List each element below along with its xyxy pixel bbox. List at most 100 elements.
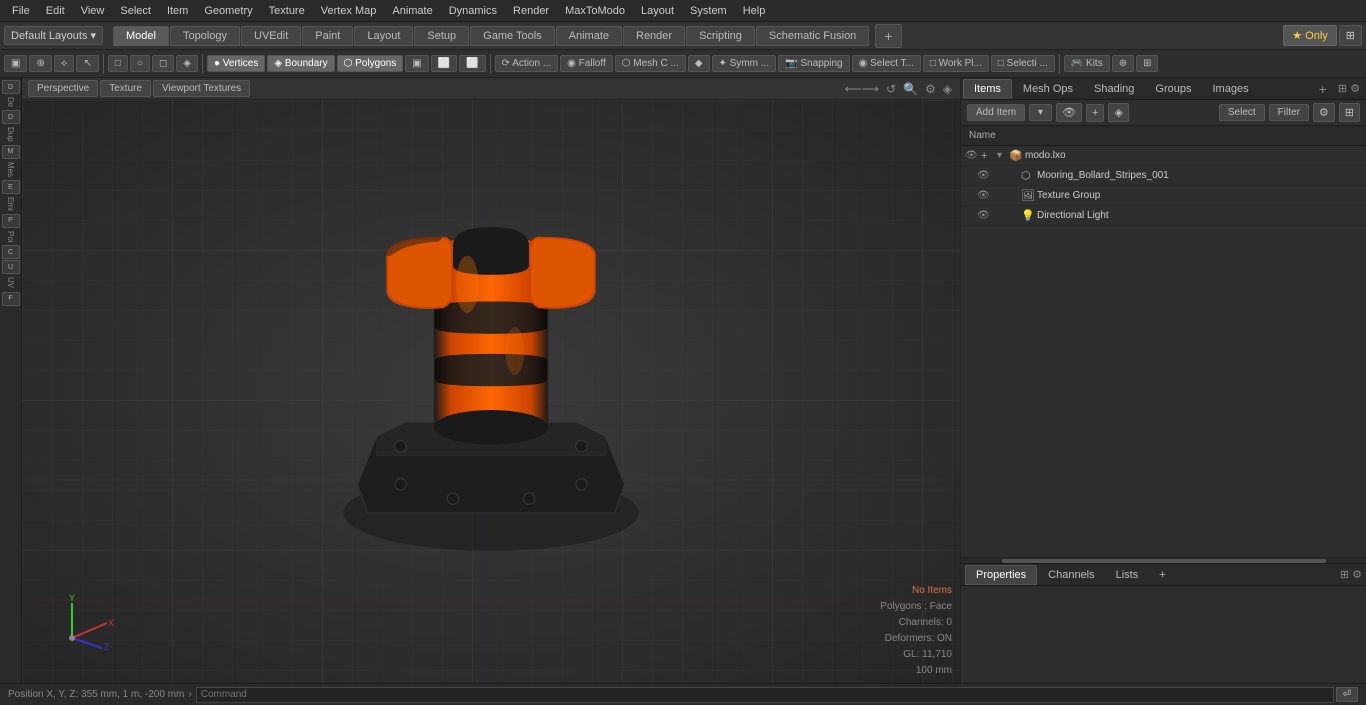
- tab-paint[interactable]: Paint: [302, 26, 353, 46]
- item-row-directional-light[interactable]: 👁 💡 Directional Light: [961, 206, 1366, 226]
- tool-symmetry[interactable]: ✦ Symm ...: [712, 55, 777, 72]
- tool-select-mode[interactable]: ▣: [4, 55, 27, 72]
- menu-item[interactable]: Item: [159, 3, 196, 19]
- panel-expand-button[interactable]: ⊞ ⚙: [1334, 80, 1364, 97]
- item-row-modo-lxo[interactable]: 👁 + ▾ 📦 modo.lxo: [961, 146, 1366, 166]
- tool-diamond[interactable]: ◆: [688, 55, 710, 72]
- item-row-texture-group[interactable]: 👁 🖼 Texture Group: [961, 186, 1366, 206]
- tool-item-b[interactable]: ⬜: [431, 55, 457, 72]
- viewport-tab-viewport-textures[interactable]: Viewport Textures: [153, 80, 250, 97]
- tab-uvedit[interactable]: UVEdit: [241, 26, 301, 46]
- menu-edit[interactable]: Edit: [38, 3, 73, 19]
- tool-falloff[interactable]: ◉ Falloff: [560, 55, 613, 72]
- tool-boundary[interactable]: ◈ Boundary: [267, 55, 334, 72]
- item-eye-3[interactable]: 👁: [977, 210, 993, 221]
- tool-item-c[interactable]: ⬜: [459, 55, 485, 72]
- panel-tab-add[interactable]: +: [1313, 79, 1333, 99]
- sidebar-btn-e[interactable]: E: [2, 180, 20, 194]
- prop-tab-add[interactable]: +: [1149, 566, 1175, 584]
- menu-geometry[interactable]: Geometry: [196, 3, 260, 19]
- tab-game-tools[interactable]: Game Tools: [470, 26, 555, 46]
- menu-system[interactable]: System: [682, 3, 735, 19]
- menu-layout[interactable]: Layout: [633, 3, 682, 19]
- items-select-button[interactable]: Select: [1219, 104, 1265, 121]
- viewport-tab-perspective[interactable]: Perspective: [28, 80, 98, 97]
- item-eye-2[interactable]: 👁: [977, 190, 993, 201]
- panel-tab-images[interactable]: Images: [1203, 80, 1259, 98]
- menu-animate[interactable]: Animate: [384, 3, 440, 19]
- tool-item-a[interactable]: ▣: [405, 55, 428, 72]
- items-icon-1[interactable]: 👁: [1056, 103, 1082, 122]
- tool-add[interactable]: ⊕: [1112, 55, 1134, 72]
- tool-vertices[interactable]: ● Vertices: [207, 55, 265, 72]
- tool-kits[interactable]: 🎮 Kits: [1064, 55, 1110, 72]
- tool-selecti[interactable]: □ Selecti ...: [991, 55, 1055, 72]
- item-eye-1[interactable]: 👁: [977, 170, 993, 181]
- item-expand-0[interactable]: ▾: [997, 150, 1009, 161]
- menu-help[interactable]: Help: [735, 3, 774, 19]
- items-list[interactable]: 👁 + ▾ 📦 modo.lxo 👁 ⬡ Mooring_Bollard_Str…: [961, 146, 1366, 557]
- tool-edit[interactable]: ◈: [176, 55, 198, 72]
- tab-scripting[interactable]: Scripting: [686, 26, 755, 46]
- items-icon-3[interactable]: ◈: [1108, 103, 1128, 122]
- tool-select-t[interactable]: ◉ Select T...: [852, 55, 921, 72]
- menu-vertex-map[interactable]: Vertex Map: [313, 3, 385, 19]
- tool-polygons[interactable]: ⬡ Polygons: [337, 55, 404, 72]
- items-settings-icon[interactable]: ⚙: [1313, 103, 1335, 122]
- tool-grid[interactable]: ⊞: [1136, 55, 1158, 72]
- panel-tab-items[interactable]: Items: [963, 79, 1012, 99]
- tool-rotate[interactable]: ○: [130, 55, 150, 72]
- item-row-bollard[interactable]: 👁 ⬡ Mooring_Bollard_Stripes_001: [961, 166, 1366, 186]
- viewport-icon-settings[interactable]: ⚙: [923, 82, 938, 96]
- prop-tab-lists[interactable]: Lists: [1106, 566, 1149, 584]
- panel-tab-shading[interactable]: Shading: [1084, 80, 1144, 98]
- sidebar-btn-dup[interactable]: D: [2, 110, 20, 124]
- viewport-icon-search[interactable]: 🔍: [901, 82, 920, 96]
- command-submit-button[interactable]: ⏎: [1336, 687, 1358, 702]
- menu-select[interactable]: Select: [112, 3, 159, 19]
- command-input[interactable]: [196, 687, 1334, 703]
- tool-work-pl[interactable]: □ Work Pl...: [923, 55, 989, 72]
- sidebar-btn-c[interactable]: C: [2, 245, 20, 259]
- tool-scale[interactable]: ◻: [152, 55, 174, 72]
- prop-tab-properties[interactable]: Properties: [965, 565, 1037, 585]
- menu-texture[interactable]: Texture: [261, 3, 313, 19]
- panel-tab-groups[interactable]: Groups: [1145, 80, 1201, 98]
- viewport-icon-gear[interactable]: ◈: [941, 82, 954, 96]
- tab-topology[interactable]: Topology: [170, 26, 240, 46]
- sidebar-btn-1[interactable]: D: [2, 80, 20, 94]
- star-only-button[interactable]: ★ Only: [1283, 25, 1337, 46]
- menu-render[interactable]: Render: [505, 3, 557, 19]
- menu-file[interactable]: File: [4, 3, 38, 19]
- layout-select-dropdown[interactable]: Default Layouts ▾: [4, 26, 103, 45]
- add-item-button[interactable]: Add Item: [967, 104, 1025, 121]
- tab-model[interactable]: Model: [113, 26, 169, 46]
- sidebar-btn-f[interactable]: F: [2, 292, 20, 306]
- menu-view[interactable]: View: [73, 3, 113, 19]
- add-layout-button[interactable]: +: [875, 24, 901, 48]
- items-expand-icon[interactable]: ⊞: [1339, 103, 1360, 122]
- tab-setup[interactable]: Setup: [414, 26, 469, 46]
- panel-tab-mesh-ops[interactable]: Mesh Ops: [1013, 80, 1083, 98]
- sidebar-btn-mesh[interactable]: M: [2, 145, 20, 159]
- tool-mesh-c[interactable]: ⬡ Mesh C ...: [615, 55, 686, 72]
- viewport-tab-texture[interactable]: Texture: [100, 80, 151, 97]
- prop-tab-channels[interactable]: Channels: [1038, 566, 1104, 584]
- tool-lasso[interactable]: ⟡: [54, 55, 75, 72]
- tab-animate[interactable]: Animate: [556, 26, 622, 46]
- menu-dynamics[interactable]: Dynamics: [441, 3, 505, 19]
- item-eye-0[interactable]: 👁: [965, 150, 981, 161]
- tool-origin[interactable]: ⊕: [29, 55, 51, 72]
- items-filter-button[interactable]: Filter: [1269, 104, 1309, 121]
- sidebar-btn-pol[interactable]: P: [2, 214, 20, 228]
- menu-max-to-modo[interactable]: MaxToModo: [557, 3, 633, 19]
- tool-transform[interactable]: □: [108, 55, 128, 72]
- viewport-canvas[interactable]: X Y Z No Items Polygons : Face Channels:…: [22, 100, 960, 683]
- add-item-dropdown-button[interactable]: ▾: [1029, 104, 1052, 121]
- viewport-icon-rotate[interactable]: ↺: [884, 82, 898, 96]
- viewport-icon-arrows[interactable]: ⟵⟶: [843, 82, 881, 96]
- tool-action[interactable]: ⟳ Action ...: [495, 55, 559, 72]
- tool-snapping[interactable]: 📷 Snapping: [778, 55, 850, 72]
- sidebar-btn-uv[interactable]: U: [2, 260, 20, 274]
- tab-layout[interactable]: Layout: [354, 26, 413, 46]
